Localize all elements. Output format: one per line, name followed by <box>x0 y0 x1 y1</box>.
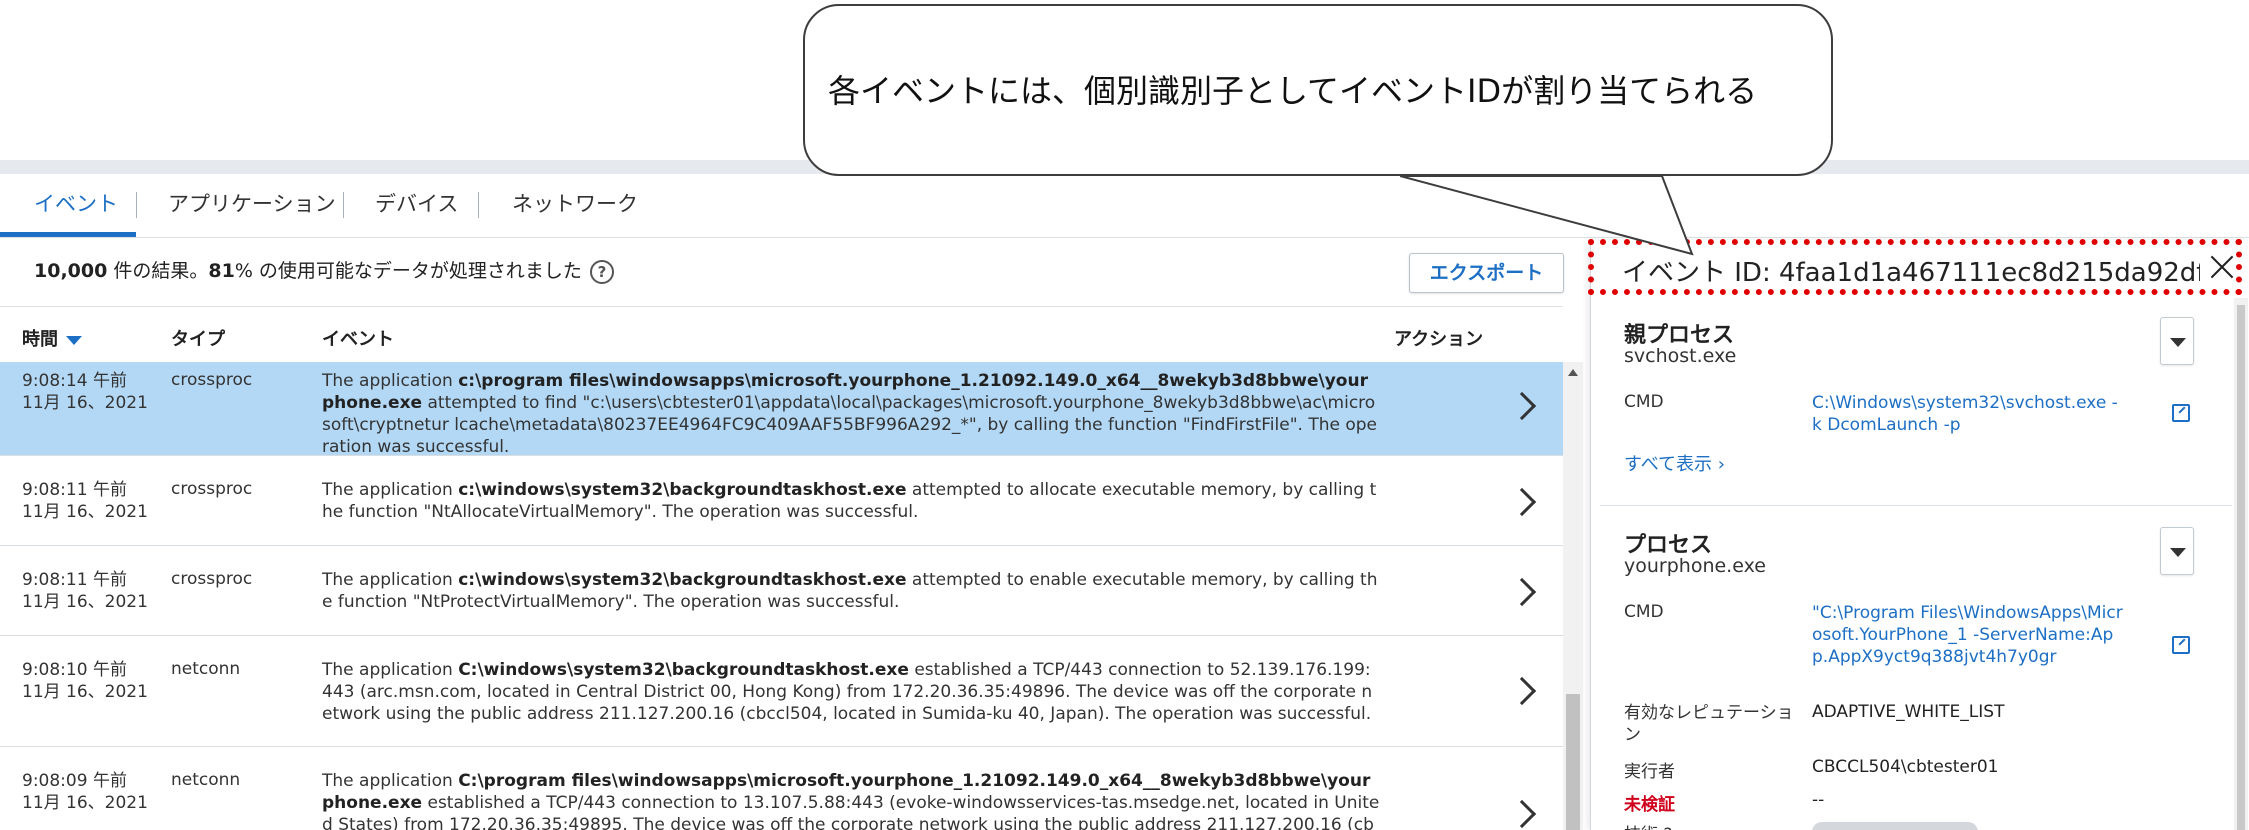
sort-desc-icon[interactable] <box>66 335 82 345</box>
unverified-label: 未検証 <box>1624 795 1675 815</box>
row-type: netconn <box>171 770 241 790</box>
callout-pointer <box>1400 175 1694 256</box>
process-cmd-link[interactable]: "C:\Program Files\WindowsApps\Microsoft.… <box>1812 602 2124 690</box>
parent-process-expand-button[interactable] <box>2160 317 2194 365</box>
show-all-link[interactable]: すべて表示 › <box>1624 450 1725 476</box>
tab-separator <box>136 192 137 218</box>
row-event: The application c:\windows\system32\back… <box>322 479 1380 523</box>
event-text: The application <box>322 660 459 680</box>
annotation-callout-text: 各イベントには、個別識別子としてイベントIDが割り当てられる <box>828 72 1758 110</box>
parent-cmd-link[interactable]: C:\Windows\system32\svchost.exe -k DcomL… <box>1812 392 2124 436</box>
parent-cmd-label: CMD <box>1624 392 1664 412</box>
parent-process-name: svchost.exe <box>1624 345 1737 367</box>
app-root: イベント アプリケーション デバイス ネットワーク 10,000 件の結果。81… <box>0 0 2249 830</box>
help-icon[interactable]: ? <box>589 259 614 284</box>
chevron-right-icon[interactable] <box>1507 799 1537 829</box>
process-cmd-label: CMD <box>1624 602 1664 622</box>
export-button[interactable]: エクスポート <box>1409 253 1564 293</box>
tab-separator <box>478 192 479 218</box>
reputation-value: ADAPTIVE_WHITE_LIST <box>1812 702 2005 722</box>
table-row[interactable]: 9:08:14 午前 11月 16、2021 crossproc The appl… <box>0 362 1563 458</box>
actor-label: 実行者 <box>1624 762 1675 782</box>
event-text: The application <box>322 371 459 391</box>
processed-percent: 81 <box>208 260 235 282</box>
row-time-clock: 9:08:10 午前 <box>22 660 127 680</box>
reputation-label: 有効なレピュテーション <box>1624 703 1794 745</box>
panel-scrollbar-thumb[interactable] <box>2237 305 2245 830</box>
row-type: crossproc <box>171 569 253 589</box>
column-header-event[interactable]: イベント <box>322 325 394 351</box>
tab-events[interactable]: イベント <box>34 174 118 238</box>
event-text: attempted to find "c:\users\cbtester01\a… <box>322 393 1377 457</box>
table-row[interactable]: 9:08:11 午前 11月 16、2021 crossproc The appl… <box>0 457 1563 546</box>
tab-applications[interactable]: アプリケーション <box>168 174 336 238</box>
row-time: 9:08:11 午前 11月 16、2021 <box>22 479 148 523</box>
row-time: 9:08:09 午前 11月 16、2021 <box>22 770 148 814</box>
row-time-date: 11月 16、2021 <box>22 793 148 813</box>
external-link-icon[interactable] <box>2172 404 2190 422</box>
event-text: The application <box>322 570 459 590</box>
column-header-time-label: 時間 <box>22 329 58 350</box>
column-header-action[interactable]: アクション <box>1394 325 1483 351</box>
tech-badge <box>1812 822 1978 830</box>
chevron-right-icon[interactable] <box>1507 676 1537 706</box>
tech-label: 技術 ? <box>1624 820 1672 830</box>
results-summary: 10,000 件の結果。81% の使用可能なデータが処理されました? <box>34 256 614 284</box>
row-event: The application C:\program files\windows… <box>322 770 1380 830</box>
chevron-right-icon[interactable] <box>1507 577 1537 607</box>
callout-pointer-shape <box>1400 175 1694 256</box>
row-type: netconn <box>171 659 241 679</box>
column-header-type[interactable]: タイプ <box>171 325 225 351</box>
result-count: 10,000 <box>34 260 108 282</box>
event-text: established a TCP/443 connection to 13.1… <box>322 793 1380 830</box>
event-app-path: c:\windows\system32\backgroundtaskhost.e… <box>458 570 907 590</box>
row-type: crossproc <box>171 370 253 390</box>
processed-text: % の使用可能なデータが処理されました <box>234 260 582 282</box>
row-time-date: 11月 16、2021 <box>22 592 148 612</box>
chevron-right-icon[interactable] <box>1507 487 1537 517</box>
row-time-clock: 9:08:11 午前 <box>22 480 127 500</box>
row-time-date: 11月 16、2021 <box>22 502 148 522</box>
event-text: The application <box>322 480 459 500</box>
row-event: The application c:\windows\system32\back… <box>322 569 1380 613</box>
active-tab-indicator <box>0 232 136 237</box>
row-time-clock: 9:08:09 午前 <box>22 771 127 791</box>
row-time: 9:08:10 午前 11月 16、2021 <box>22 659 148 703</box>
tab-bar <box>0 174 2249 238</box>
row-time-date: 11月 16、2021 <box>22 393 148 413</box>
process-name: yourphone.exe <box>1624 555 1766 577</box>
row-time: 9:08:14 午前 11月 16、2021 <box>22 370 148 414</box>
process-expand-button[interactable] <box>2160 527 2194 575</box>
scroll-up-arrow-icon[interactable] <box>1568 369 1578 376</box>
table-row[interactable]: 9:08:11 午前 11月 16、2021 crossproc The appl… <box>0 547 1563 636</box>
column-header-time[interactable]: 時間 <box>22 325 82 351</box>
event-text: The application <box>322 771 459 791</box>
row-time-date: 11月 16、2021 <box>22 682 148 702</box>
unverified-value: -- <box>1812 790 1825 810</box>
event-app-path: C:\windows\system32\backgroundtaskhost.e… <box>458 660 909 680</box>
event-app-path: c:\windows\system32\backgroundtaskhost.e… <box>458 480 907 500</box>
row-time-clock: 9:08:14 午前 <box>22 371 127 391</box>
table-header: 時間 タイプ イベント アクション <box>0 306 1563 362</box>
table-scrollbar-thumb[interactable] <box>1566 694 1580 830</box>
table-row[interactable]: 9:08:09 午前 11月 16、2021 netconn The applic… <box>0 748 1563 830</box>
tab-separator <box>343 192 344 218</box>
row-type: crossproc <box>171 479 253 499</box>
external-link-icon[interactable] <box>2172 636 2190 654</box>
tab-network[interactable]: ネットワーク <box>512 174 638 238</box>
row-time-clock: 9:08:11 午前 <box>22 570 127 590</box>
row-event: The application C:\windows\system32\back… <box>322 659 1380 725</box>
result-count-suffix: 件の結果。 <box>107 260 209 282</box>
row-event: The application c:\program files\windows… <box>322 370 1380 458</box>
actor-value: CBCCL504\cbtester01 <box>1812 757 1999 777</box>
row-time: 9:08:11 午前 11月 16、2021 <box>22 569 148 613</box>
table-row[interactable]: 9:08:10 午前 11月 16、2021 netconn The applic… <box>0 637 1563 747</box>
tab-devices[interactable]: デバイス <box>375 174 458 238</box>
chevron-right-icon[interactable] <box>1507 391 1537 421</box>
